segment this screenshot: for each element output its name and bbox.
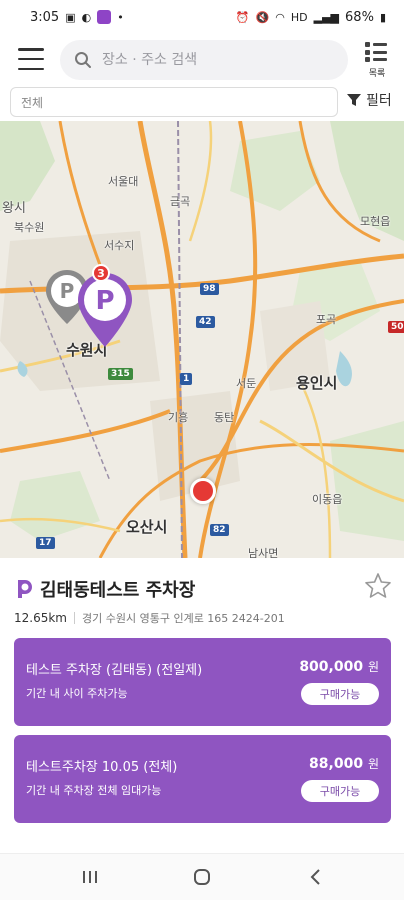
status-left: 3:05 ▣ ◐ • [30, 10, 124, 25]
back-icon [310, 869, 320, 885]
list-icon [365, 40, 389, 64]
parking-app-icon [97, 10, 112, 24]
road-shield: 98 [200, 283, 219, 295]
home-button[interactable] [190, 866, 214, 888]
battery-level: 68% [345, 9, 374, 25]
list-button[interactable]: 목록 [362, 40, 392, 84]
filter-button[interactable]: 필터 [346, 90, 392, 110]
system-nav-bar [0, 853, 404, 900]
lot-meta: 12.65km 경기 수원시 영통구 인계로 165 2424-201 [14, 610, 285, 626]
ticket-name: 테스트 주차장 (김태동) (전일제) [26, 663, 203, 678]
map-label-area: 서울대 [108, 175, 139, 188]
menu-line [18, 48, 44, 51]
menu-line [18, 57, 44, 61]
recent-apps-icon [83, 871, 97, 883]
ticket-description: 기간 내 주차장 전체 임대가능 [26, 784, 162, 797]
buy-button[interactable]: 구매가능 [301, 780, 379, 802]
wifi-icon: ◠ [275, 10, 285, 24]
filter-icon [347, 94, 361, 106]
parking-info-panel: 김태동테스트 주차장 12.65km 경기 수원시 영통구 인계로 165 24… [0, 558, 404, 853]
list-label: 목록 [368, 69, 386, 79]
ticket-price-value: 800,000 [299, 659, 364, 675]
parking-lot-name: 김태동테스트 주차장 [40, 580, 196, 601]
more-dot-icon: • [117, 10, 124, 24]
status-right: ⏰ 🔇 ◠ HD ▂▄▆ 68% ▮ [236, 10, 386, 25]
road-shield: 42 [196, 316, 215, 328]
search-box[interactable] [60, 40, 348, 80]
parking-logo-icon [18, 580, 32, 598]
map-label-area: 모현읍 [360, 215, 391, 228]
search-input[interactable] [102, 52, 322, 68]
map-label-area: 서둔 [236, 377, 257, 390]
road-shield: 1 [180, 373, 193, 385]
lot-address: 경기 수원시 영통구 인계로 165 2424-201 [82, 612, 285, 625]
map-label-yongin: 용인시 [296, 374, 338, 392]
screen: 3:05 ▣ ◐ • ⏰ 🔇 ◠ HD ▂▄▆ 68% ▮ 장소 · 주소 검색… [0, 0, 404, 900]
map-label-area: 서수지 [104, 239, 135, 252]
ticket-price: 800,000 원 [299, 658, 379, 675]
gallery-icon: ▣ [65, 10, 76, 24]
map-view[interactable]: 수원시 용인시 오산시 왕시 북수원 서울대 금곡 서수지 포곡 이동읍 남사면… [0, 121, 404, 558]
ticket-currency: 원 [367, 660, 379, 674]
ticket-card[interactable]: 테스트 주차장 (김태동) (전일제) 기간 내 사이 주차가능 800,000… [14, 638, 391, 726]
road-shield: 50 [388, 321, 404, 333]
svg-text:P: P [60, 279, 75, 303]
parking-pin-selected[interactable]: P [76, 271, 134, 349]
road-shield: 315 [108, 368, 133, 380]
ticket-name: 테스트주차장 10.05 (전체) [26, 760, 178, 775]
svg-text:P: P [95, 286, 114, 316]
meta-divider [74, 612, 75, 624]
signal-icon: ▂▄▆ [313, 10, 340, 24]
map-label-area: 동탄 [214, 411, 235, 424]
recent-apps-button[interactable] [78, 866, 102, 888]
map-label-area: 기흥 [168, 411, 189, 424]
map-label-osan: 오산시 [126, 518, 168, 536]
map-label-area: 남사면 [248, 547, 279, 558]
ticket-card[interactable]: 테스트주차장 10.05 (전체) 기간 내 주차장 전체 임대가능 88,00… [14, 735, 391, 823]
category-select[interactable]: 전체 [10, 87, 338, 117]
menu-line [18, 67, 44, 70]
back-button[interactable] [304, 866, 328, 888]
battery-icon: ▮ [379, 10, 386, 24]
lot-title-row: 김태동테스트 주차장 [14, 576, 195, 602]
favorite-star-icon[interactable] [364, 572, 392, 600]
map-label-area: 포곡 [316, 313, 337, 326]
ticket-price: 88,000 원 [309, 755, 379, 772]
filter-row: 전체 필터 [0, 86, 404, 118]
search-icon [75, 52, 91, 68]
ticket-description: 기간 내 사이 주차가능 [26, 687, 128, 700]
buy-button[interactable]: 구매가능 [301, 683, 379, 705]
notification-icon: ◐ [81, 10, 92, 24]
menu-button[interactable] [18, 48, 44, 70]
map-label-wangsi: 왕시 [2, 201, 26, 216]
mute-icon: 🔇 [255, 10, 270, 24]
status-bar: 3:05 ▣ ◐ • ⏰ 🔇 ◠ HD ▂▄▆ 68% ▮ [0, 0, 404, 34]
cluster-count-badge: 3 [92, 264, 110, 282]
lot-distance: 12.65km [14, 611, 67, 625]
clock: 3:05 [30, 9, 60, 25]
map-label-area: 이동읍 [312, 493, 343, 506]
network-icon: HD [290, 10, 308, 24]
current-location-marker [190, 478, 216, 504]
alarm-icon: ⏰ [235, 10, 250, 24]
ticket-price-value: 88,000 [309, 756, 364, 772]
ticket-currency: 원 [367, 757, 379, 771]
map-label-area: 북수원 [14, 221, 45, 234]
road-shield: 82 [210, 524, 229, 536]
road-shield: 17 [36, 537, 55, 549]
home-icon [194, 869, 210, 885]
map-label-area: 금곡 [170, 195, 191, 208]
filter-label: 필터 [366, 93, 392, 109]
top-bar: 목록 [0, 38, 404, 82]
